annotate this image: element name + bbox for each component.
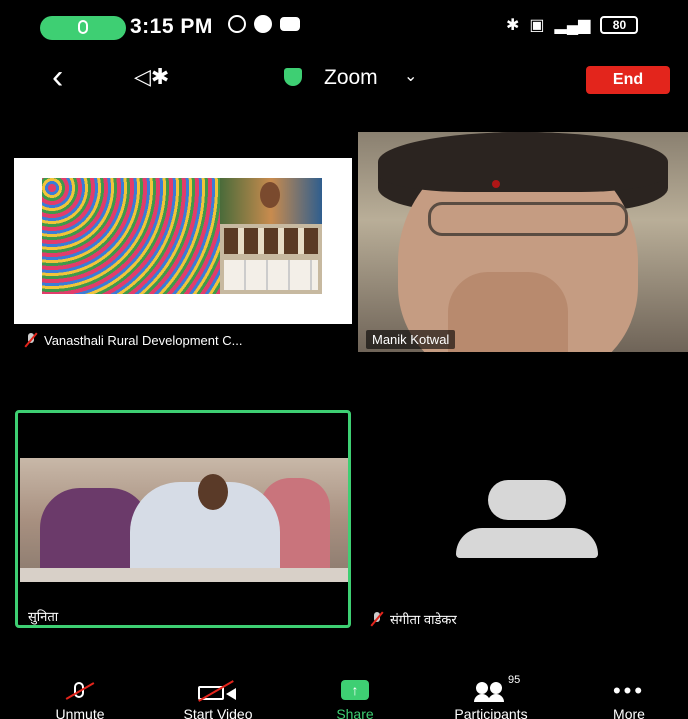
participants-count: 95 <box>508 674 521 686</box>
chevron-down-icon[interactable]: ⌄ <box>404 66 417 86</box>
crowd-photo <box>42 178 220 294</box>
bluetooth-icon: ✱ <box>506 17 520 34</box>
start-video-button[interactable]: Start Video <box>163 680 273 719</box>
share-arrow-icon: ↑ <box>341 680 369 700</box>
muted-mic-icon <box>370 612 384 626</box>
participant-name-sunita: सुनिता <box>28 609 59 624</box>
youtube-icon <box>280 17 300 31</box>
security-shield-icon[interactable] <box>284 68 302 86</box>
participant-name-sangita-wadekar: संगीता वाडेकर <box>370 610 457 628</box>
participants-icon: 95 <box>474 674 520 702</box>
unmute-button[interactable]: Unmute <box>40 680 120 719</box>
more-dots-icon: ••• <box>612 678 646 703</box>
participant-tile-vanasthali[interactable] <box>14 158 352 324</box>
video-off-icon <box>198 680 238 702</box>
back-arrow-icon[interactable]: ‹ <box>52 60 63 94</box>
volte-icon: ▣ <box>529 17 545 34</box>
participant-tile-sangita-wadekar[interactable]: संगीता वाडेकर <box>358 410 688 628</box>
avatar-body <box>456 528 598 558</box>
participant-video <box>20 458 348 582</box>
participant-profile-image <box>42 178 322 294</box>
meeting-toolbar: Unmute Start Video ↑ Share 95 Participan… <box>0 674 688 719</box>
end-button[interactable]: End <box>586 66 670 94</box>
share-button[interactable]: ↑ Share <box>320 680 390 719</box>
bluetooth-audio-icon[interactable]: ◁✱ <box>134 64 169 90</box>
participant-tile-manik-kotwal[interactable]: Manik Kotwal <box>358 132 688 352</box>
avatar-head <box>488 480 566 520</box>
ongoing-call-pill[interactable] <box>40 16 126 40</box>
meeting-title[interactable]: Zoom <box>324 66 378 90</box>
status-time: 3:15 PM <box>130 15 213 38</box>
participant-tile-sunita[interactable]: सुनिता <box>15 410 351 628</box>
more-button[interactable]: ••• More <box>596 680 662 719</box>
phone-icon <box>254 15 272 33</box>
muted-microphone-icon <box>65 680 95 702</box>
battery-icon: 80 <box>600 16 639 34</box>
participant-name-manik-kotwal: Manik Kotwal <box>366 330 456 349</box>
muted-mic-icon <box>24 333 38 347</box>
participant-name-vanasthali: Vanasthali Rural Development C... <box>24 333 242 348</box>
signal-icon: ▂▄▆ <box>554 17 591 34</box>
microphone-icon <box>78 20 88 34</box>
meeting-header: ‹ ◁✱ Zoom ⌄ End <box>0 56 688 102</box>
participants-button[interactable]: 95 Participants <box>436 674 546 719</box>
collage-photo <box>220 178 322 294</box>
status-bar: 3:15 PM ✱ ▣ ▂▄▆ 80 <box>0 0 688 48</box>
whatsapp-icon <box>228 15 246 33</box>
